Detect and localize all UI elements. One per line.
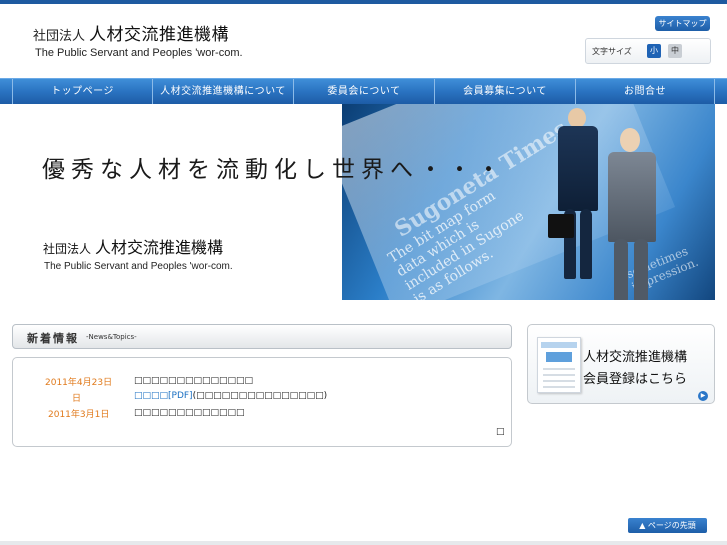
news-date: 2011年3月1日 (48, 410, 110, 420)
font-size-switcher: 文字サイズ 小 中 (585, 38, 711, 64)
hero-image-newspaper: Sugoneta Times The bit map form data whi… (342, 104, 715, 300)
news-list: 2011年4月23日 □□□□□□□□□□□□□□ 日 □□□□[PDF](□□… (12, 357, 512, 447)
news-item-text: □□□□□□□□□□□□□ (134, 408, 245, 418)
nav-item-about[interactable]: 人材交流推進機構について (152, 79, 293, 104)
news-item-caption: (□□□□□□□□□□□□□□□) (192, 391, 328, 401)
news-title: 新着情報 (27, 332, 79, 345)
news-date: 2011年4月23日 (45, 378, 113, 388)
page-top-button[interactable]: ▲ ページの先頭 (628, 518, 707, 533)
news-subtitle: -News&Topics- (86, 333, 137, 341)
hero-org-title: 社団法人 人材交流推進機構 (43, 234, 223, 258)
nav-item-membership[interactable]: 会員募集について (434, 79, 575, 104)
org-name-en: The Public Servant and Peoples 'wor-com. (35, 47, 243, 59)
hero-org-prefix: 社団法人 (43, 242, 92, 256)
global-nav: トップページ 人材交流推進機構について 委員会について 会員募集について お問合… (0, 78, 727, 104)
banner-line2: 会員登録はこちら (583, 372, 688, 387)
news-item-text: □□□□[PDF](□□□□□□□□□□□□□□□) (134, 391, 327, 401)
nav-item-top[interactable]: トップページ (12, 79, 152, 104)
font-size-medium-button[interactable]: 中 (668, 44, 682, 58)
sitemap-button[interactable]: サイトマップ (655, 16, 710, 31)
news-end-mark: □ (496, 427, 505, 437)
news-section-header: 新着情報 -News&Topics- (12, 324, 512, 349)
org-name: 人材交流推進機構 (89, 25, 230, 45)
news-pdf-link[interactable]: □□□□[PDF] (134, 391, 193, 401)
document-thumbnail (537, 337, 581, 393)
hero-tagline: 優秀な人材を流動化し世界へ・・・ (42, 157, 506, 183)
org-prefix: 社団法人 (33, 29, 86, 44)
news-date: 日 (72, 394, 82, 404)
font-size-small-button[interactable]: 小 (647, 44, 661, 58)
nav-item-committee[interactable]: 委員会について (293, 79, 434, 104)
hero-org-name-en: The Public Servant and Peoples 'wor-com. (44, 261, 233, 272)
hero-org-name: 人材交流推進機構 (95, 238, 224, 257)
nav-item-contact[interactable]: お問合せ (575, 79, 715, 104)
hero-banner: Sugoneta Times The bit map form data whi… (12, 104, 715, 300)
news-item-text: □□□□□□□□□□□□□□ (134, 376, 254, 386)
font-size-label: 文字サイズ (592, 47, 632, 56)
bottom-line (0, 541, 727, 545)
member-registration-banner[interactable]: 人材交流推進機構 会員登録はこちら ▶ (527, 324, 715, 404)
top-accent-line (0, 0, 727, 4)
site-logo[interactable]: 社団法人 人材交流推進機構 (33, 20, 229, 45)
arrow-right-icon: ▶ (698, 391, 708, 401)
banner-line1: 人材交流推進機構 (583, 350, 688, 365)
